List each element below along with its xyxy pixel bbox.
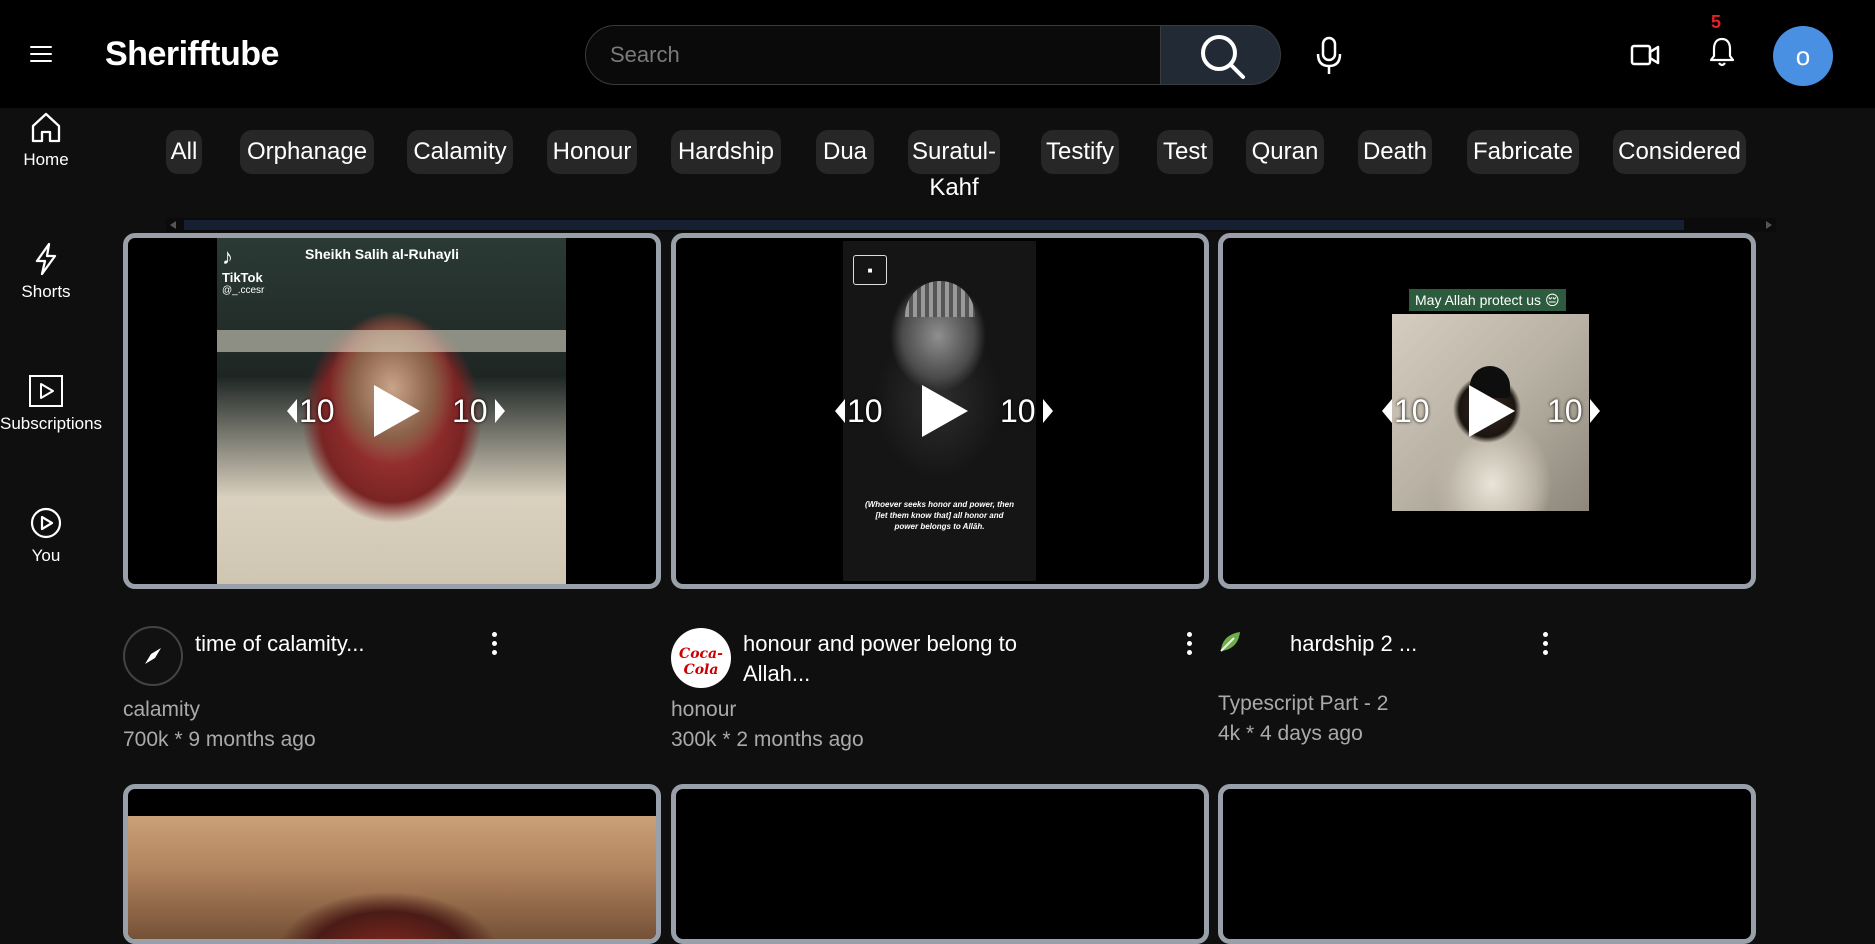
- microphone-icon: [1316, 36, 1342, 74]
- more-options-icon[interactable]: [1540, 630, 1550, 660]
- play-icon[interactable]: [1469, 385, 1515, 437]
- video-title[interactable]: honour and power belong to Allah...: [743, 629, 1063, 689]
- scroll-left-arrow[interactable]: [170, 221, 176, 229]
- video-card[interactable]: May Allah protect us 😔 10 10: [1218, 233, 1756, 589]
- notification-count-badge: 5: [1710, 12, 1721, 32]
- sidebar-item-label: Home: [23, 150, 69, 169]
- rewind-arrow-icon[interactable]: [287, 399, 297, 423]
- search-input[interactable]: [586, 26, 1160, 84]
- search-input-wrapper: [585, 25, 1161, 85]
- you-icon: [30, 507, 62, 539]
- forward-10-label[interactable]: 10: [452, 393, 488, 430]
- sidebar-item-subscriptions[interactable]: Subscriptions: [0, 374, 103, 434]
- player-controls: 10 10: [128, 238, 656, 584]
- video-card[interactable]: [671, 784, 1209, 944]
- microphone-button[interactable]: [1314, 36, 1344, 76]
- create-video-button[interactable]: [1630, 42, 1660, 68]
- rewind-arrow-icon[interactable]: [1382, 399, 1392, 423]
- video-thumbnail: [128, 816, 656, 939]
- chip-hardship[interactable]: Hardship: [671, 130, 781, 174]
- play-icon[interactable]: [922, 385, 968, 437]
- rewind-10-label[interactable]: 10: [299, 393, 335, 430]
- coca-cola-logo: Coca-Cola: [679, 646, 723, 678]
- chip-death[interactable]: Death: [1358, 130, 1432, 174]
- search-button[interactable]: [1160, 25, 1281, 85]
- sidebar-item-label: Subscriptions: [0, 414, 103, 433]
- scroll-right-arrow[interactable]: [1766, 221, 1772, 229]
- chip-suratul-kahf[interactable]: Suratul-: [908, 130, 1000, 174]
- rewind-arrow-icon[interactable]: [835, 399, 845, 423]
- video-card[interactable]: [123, 784, 661, 944]
- search-icon: [1201, 35, 1245, 79]
- forward-arrow-icon[interactable]: [495, 399, 505, 423]
- forward-arrow-icon[interactable]: [1043, 399, 1053, 423]
- channel-name[interactable]: honour: [671, 695, 736, 725]
- notifications-button[interactable]: [1708, 36, 1736, 68]
- chip-quran[interactable]: Quran: [1246, 130, 1324, 174]
- scrollbar-thumb[interactable]: [184, 220, 1684, 230]
- chip-test[interactable]: Test: [1157, 130, 1213, 174]
- menu-icon[interactable]: [28, 44, 54, 64]
- leaf-icon: [1220, 632, 1240, 652]
- video-card[interactable]: ♪ TikTok @_.ccesr Sheikh Salih al-Ruhayl…: [123, 233, 661, 589]
- player-controls: 10 10: [1223, 238, 1751, 584]
- header: Sherifftube 5 o: [0, 0, 1875, 108]
- sidebar-item-you[interactable]: You: [0, 506, 92, 566]
- rewind-10-label[interactable]: 10: [847, 393, 883, 430]
- subscriptions-icon: [29, 375, 63, 407]
- chip-suratul-kahf-line2[interactable]: Kahf: [908, 174, 1000, 202]
- chip-calamity[interactable]: Calamity: [407, 130, 513, 174]
- more-options-icon[interactable]: [489, 630, 499, 660]
- home-icon: [31, 112, 61, 143]
- chips-scrollbar[interactable]: [166, 218, 1776, 232]
- chip-testify[interactable]: Testify: [1041, 130, 1119, 174]
- video-title[interactable]: time of calamity...: [195, 629, 495, 659]
- compass-icon: [145, 648, 161, 664]
- sidebar-item-shorts[interactable]: Shorts: [0, 242, 92, 302]
- rewind-10-label[interactable]: 10: [1394, 393, 1430, 430]
- sidebar-item-home[interactable]: Home: [0, 110, 92, 170]
- channel-name[interactable]: calamity: [123, 695, 200, 725]
- player-controls: 10 10: [676, 238, 1204, 584]
- forward-10-label[interactable]: 10: [1547, 393, 1583, 430]
- play-icon[interactable]: [374, 385, 420, 437]
- bell-icon: [1709, 37, 1735, 67]
- video-stats: 300k * 2 months ago: [671, 728, 864, 751]
- forward-arrow-icon[interactable]: [1590, 399, 1600, 423]
- chip-all[interactable]: All: [166, 130, 202, 174]
- video-stats: 700k * 9 months ago: [123, 728, 316, 751]
- channel-name[interactable]: Typescript Part - 2: [1218, 689, 1388, 719]
- sidebar-item-label: You: [31, 546, 61, 565]
- video-card[interactable]: [1218, 784, 1756, 944]
- brand-logo[interactable]: Sherifftube: [105, 35, 279, 74]
- chip-fabricate[interactable]: Fabricate: [1467, 130, 1579, 174]
- video-card[interactable]: ■ (Whoever seeks honor and power, then […: [671, 233, 1209, 589]
- chip-orphanage[interactable]: Orphanage: [240, 130, 374, 174]
- shorts-icon: [35, 242, 57, 276]
- chip-dua[interactable]: Dua: [816, 130, 874, 174]
- sidebar-item-label: Shorts: [21, 282, 71, 301]
- channel-avatar[interactable]: [123, 626, 183, 686]
- chip-considered[interactable]: Considered: [1613, 130, 1746, 174]
- channel-avatar[interactable]: Coca-Cola: [671, 628, 731, 688]
- forward-10-label[interactable]: 10: [1000, 393, 1036, 430]
- chip-honour[interactable]: Honour: [547, 130, 637, 174]
- video-stats: 4k * 4 days ago: [1218, 722, 1363, 745]
- channel-avatar[interactable]: [1218, 629, 1244, 655]
- video-camera-icon: [1630, 44, 1660, 66]
- avatar[interactable]: o: [1773, 26, 1833, 86]
- more-options-icon[interactable]: [1184, 630, 1194, 660]
